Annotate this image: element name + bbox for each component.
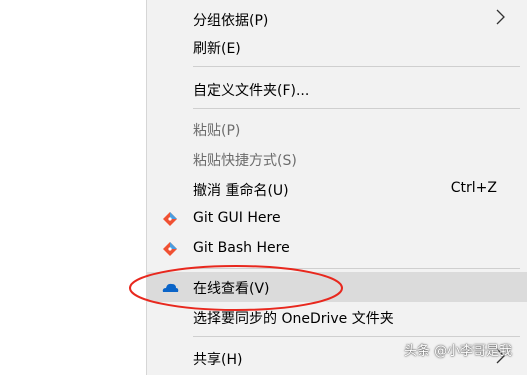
menu-item-label: 在线查看(V)	[193, 281, 270, 297]
menu-item-git-gui[interactable]: Git GUI Here	[147, 204, 527, 234]
menu-item-paste: 粘贴(P)	[147, 114, 527, 144]
menu-item-choose-onedrive-folders[interactable]: 选择要同步的 OneDrive 文件夹	[147, 302, 527, 332]
menu-item-label: 粘贴快捷方式(S)	[193, 153, 297, 169]
menu-item-label: 选择要同步的 OneDrive 文件夹	[193, 311, 394, 327]
menu-item-shortcut: Ctrl+Z	[450, 180, 497, 196]
menu-item-label: 共享(H)	[193, 352, 243, 368]
chevron-right-icon	[496, 9, 505, 25]
context-menu: 分组依据(P) 刷新(E) 自定义文件夹(F)... 粘贴(P) 粘贴快捷方式(…	[146, 0, 527, 375]
menu-separator	[193, 66, 520, 67]
menu-item-label: 自定义文件夹(F)...	[193, 83, 310, 99]
git-icon	[163, 212, 177, 226]
menu-item-customize-folder[interactable]: 自定义文件夹(F)...	[147, 74, 527, 104]
menu-item-undo-rename[interactable]: 撤消 重命名(U) Ctrl+Z	[147, 174, 527, 204]
menu-item-label: Git Bash Here	[193, 240, 290, 256]
menu-item-label: 撤消 重命名(U)	[193, 183, 289, 199]
menu-item-label: 刷新(E)	[193, 41, 241, 57]
menu-item-group-by[interactable]: 分组依据(P)	[147, 4, 527, 34]
git-icon	[163, 242, 177, 256]
watermark: 头条 @小李哥是我	[404, 344, 513, 359]
menu-item-label: Git GUI Here	[193, 210, 281, 226]
menu-item-label: 分组依据(P)	[193, 13, 269, 29]
menu-item-refresh[interactable]: 刷新(E)	[147, 32, 527, 62]
menu-item-paste-shortcut: 粘贴快捷方式(S)	[147, 144, 527, 174]
menu-separator	[193, 108, 520, 109]
menu-item-view-online[interactable]: 在线查看(V)	[147, 272, 527, 302]
onedrive-cloud-icon	[162, 283, 179, 292]
menu-item-label: 粘贴(P)	[193, 123, 241, 139]
menu-separator	[193, 336, 520, 337]
menu-separator	[193, 268, 520, 269]
menu-item-git-bash[interactable]: Git Bash Here	[147, 234, 527, 264]
